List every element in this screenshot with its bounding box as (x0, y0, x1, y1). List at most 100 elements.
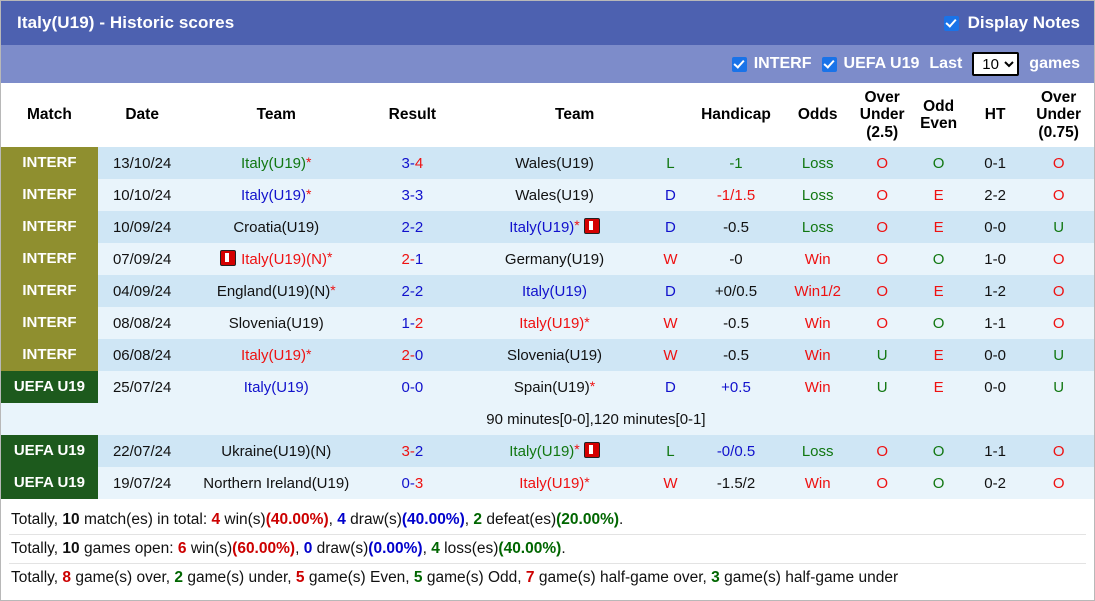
cell-wdl: D (650, 179, 691, 212)
summary-line-open: Totally, 10 games open: 6 win(s)(60.00%)… (9, 535, 1086, 565)
away-team-name-wrap[interactable]: Italy(U19)* (509, 218, 600, 236)
red-card-icon (220, 250, 237, 267)
cell-competition: UEFA U19 (1, 371, 98, 404)
table-row[interactable]: UEFA U19 25/07/24 Italy(U19) 0-0 Spain(U19)*… (1, 371, 1094, 404)
away-team-name-wrap[interactable]: Italy(U19)* (519, 315, 589, 332)
cell-date: 07/09/24 (97, 243, 187, 276)
handicap-value: +0.5 (721, 378, 751, 396)
away-team-label: Slovenia(U19) (506, 346, 603, 364)
home-team-name-wrap[interactable]: Ukraine(U19)(N) (221, 443, 331, 460)
home-team-name-wrap[interactable]: Croatia(U19) (233, 219, 319, 236)
cell-odd-even: O (910, 467, 967, 500)
ou25-line2: Under (859, 106, 905, 124)
wdl-value: L (666, 442, 675, 460)
cell-result[interactable]: 3-3 (365, 179, 459, 212)
home-team-name-wrap[interactable]: Northern Ireland(U19) (203, 475, 349, 492)
table-row[interactable]: INTERF 06/08/24 Italy(U19)* 2-0 Slovenia(U19… (1, 339, 1094, 372)
cell-handicap: -1/1.5 (690, 179, 782, 212)
display-notes-control[interactable]: Display Notes (943, 13, 1080, 33)
cell-ht: 2-2 (966, 179, 1024, 212)
cell-result[interactable]: 0-3 (365, 467, 459, 500)
home-team-name-wrap[interactable]: Italy(U19)* (241, 347, 311, 364)
cell-handicap: -0.5 (690, 339, 782, 372)
cell-over-under-25: U (853, 371, 911, 404)
filter-uefa-u19[interactable]: UEFA U19 (821, 55, 919, 73)
table-body: INTERF 13/10/24 Italy(U19)* 3-4 Wales(U19) L -… (1, 147, 1094, 500)
home-team-name-wrap[interactable]: Slovenia(U19) (229, 315, 324, 332)
result-away-goals: 1 (414, 250, 424, 268)
away-team-name-wrap[interactable]: Germany(U19) (505, 251, 604, 268)
uefa-u19-checkbox[interactable] (821, 56, 837, 72)
competition-badge: INTERF (1, 275, 98, 308)
away-team-name-wrap[interactable]: Italy(U19)* (519, 475, 589, 492)
table-row[interactable]: INTERF 10/09/24 Croatia(U19) 2-2 Italy(U19)*… (1, 211, 1094, 244)
ou25-line1: Over (864, 89, 900, 106)
table-row[interactable]: INTERF 13/10/24 Italy(U19)* 3-4 Wales(U19) L -… (1, 147, 1094, 180)
home-team-label: Italy(U19) (241, 186, 307, 204)
cell-result[interactable]: 1-2 (365, 307, 459, 340)
display-notes-checkbox[interactable] (943, 15, 959, 31)
cell-date: 22/07/24 (97, 435, 187, 468)
home-team-name-wrap[interactable]: England(U19)(N)* (217, 283, 336, 300)
col-over-under-25: Over Under (2.5) (853, 83, 911, 148)
ou075-line1: Over (1040, 89, 1077, 106)
interf-checkbox[interactable] (731, 56, 747, 72)
cell-result[interactable]: 2-2 (365, 275, 459, 308)
away-team-name-wrap[interactable]: Slovenia(U19) (507, 347, 602, 364)
away-team-name-wrap[interactable]: Spain(U19)* (514, 379, 595, 396)
home-team-name-wrap[interactable]: Italy(U19)* (241, 187, 311, 204)
page-title: Italy(U19) - Historic scores (17, 13, 235, 32)
cell-result[interactable]: 2-0 (365, 339, 459, 372)
table-row[interactable]: UEFA U19 22/07/24 Ukraine(U19)(N) 3-2 Italy(… (1, 435, 1094, 468)
col-odds: Odds (781, 83, 854, 148)
away-team-name-wrap[interactable]: Italy(U19)* (509, 442, 600, 460)
cell-result[interactable]: 2-2 (365, 211, 459, 244)
away-team-name-wrap[interactable]: Wales(U19) (515, 155, 594, 172)
home-team-label: Italy(U19) (241, 154, 307, 172)
odd-even-value: O (932, 442, 945, 460)
cell-over-under-075: U (1023, 211, 1094, 244)
cell-date: 04/09/24 (97, 275, 187, 308)
oddeven-line2: Even (920, 115, 958, 133)
table-row[interactable]: INTERF 04/09/24 England(U19)(N)* 2-2 Italy(U… (1, 275, 1094, 308)
home-team-name-wrap[interactable]: Italy(U19) (244, 379, 309, 396)
over-under-25-value: O (876, 154, 889, 172)
table-row[interactable]: INTERF 10/10/24 Italy(U19)* 3-3 Wales(U19) D -… (1, 179, 1094, 212)
cell-result[interactable]: 3-4 (365, 147, 459, 180)
home-team-name-wrap[interactable]: Italy(U19)(N)* (220, 250, 332, 268)
cell-home-team: Italy(U19)* (186, 147, 366, 180)
home-team-label: Croatia(U19) (233, 218, 320, 236)
table-header-row: Match Date Team Result Team Handicap Odd… (1, 83, 1094, 148)
cell-odd-even: E (910, 339, 967, 372)
odds-value: Win (804, 378, 831, 396)
games-count-select[interactable]: 10203050 (972, 52, 1020, 76)
home-team-label: England(U19)(N) (216, 282, 331, 300)
away-team-name-wrap[interactable]: Italy(U19) (522, 283, 587, 300)
home-advantage-star-icon: * (306, 153, 312, 170)
cell-wdl: D (650, 371, 691, 404)
competition-badge: INTERF (1, 307, 98, 340)
away-team-name-wrap[interactable]: Wales(U19) (515, 187, 594, 204)
red-card-icon (583, 442, 600, 459)
table-row[interactable]: UEFA U19 19/07/24 Northern Ireland(U19) 0-3… (1, 467, 1094, 500)
games-label: games (1029, 55, 1080, 72)
cell-away-team: Italy(U19)* (458, 307, 651, 340)
handicap-value: +0/0.5 (714, 282, 758, 300)
handicap-value: -1.5/2 (716, 474, 756, 492)
home-advantage-star-icon: * (326, 249, 333, 266)
cell-result[interactable]: 0-0 (365, 371, 459, 404)
cell-result[interactable]: 2-1 (365, 243, 459, 276)
cell-away-team: Wales(U19) (458, 179, 651, 212)
cell-away-team: Spain(U19)* (458, 371, 651, 404)
over-under-25-value: U (876, 346, 888, 364)
filter-interf[interactable]: INTERF (731, 55, 812, 73)
cell-handicap: +0/0.5 (690, 275, 782, 308)
over-under-075-value: O (1052, 154, 1065, 172)
cell-result[interactable]: 3-2 (365, 435, 459, 468)
home-team-name-wrap[interactable]: Italy(U19)* (241, 155, 311, 172)
table-row[interactable]: INTERF 08/08/24 Slovenia(U19) 1-2 Italy(U19)… (1, 307, 1094, 340)
table-row[interactable]: INTERF 07/09/24 Italy(U19)(N)* 2-1 Germany(U… (1, 243, 1094, 276)
wdl-value: D (665, 378, 676, 396)
odds-value: Win1/2 (794, 282, 841, 300)
cell-over-under-25: U (853, 339, 911, 372)
